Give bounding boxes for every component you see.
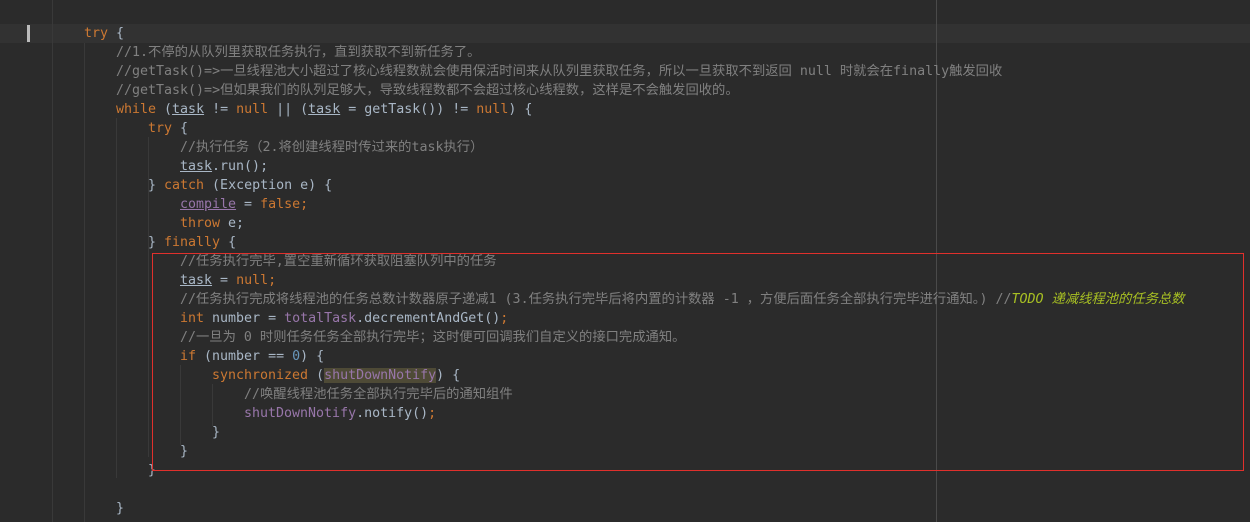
code-token: //getTask()=>但如果我们的队列足够大，导致线程数都不会超过核心线程数… [116, 83, 739, 98]
code-line[interactable]: } [116, 499, 124, 518]
code-token: } [116, 501, 125, 516]
code-token: catch [164, 178, 205, 193]
code-token: false; [260, 197, 309, 212]
code-token: while [116, 102, 157, 117]
code-token: (Exception e) { [204, 178, 333, 193]
code-token: null [476, 102, 509, 117]
code-line[interactable]: task.run(); [180, 157, 268, 176]
code-token: //1.不停的从队列里获取任务执行，直到获取不到新任务了。 [116, 45, 481, 60]
indent-guide [84, 43, 85, 522]
code-line[interactable]: //1.不停的从队列里获取任务执行，直到获取不到新任务了。 [116, 43, 480, 62]
current-line-highlight [0, 24, 1250, 43]
indent-guide [116, 118, 117, 478]
code-token: try [148, 121, 173, 136]
code-line[interactable]: while (task != null || (task = getTask()… [116, 100, 532, 119]
code-line[interactable]: } finally { [148, 233, 236, 252]
code-line[interactable]: //执行任务（2.将创建线程时传过来的task执行） [180, 138, 483, 157]
code-token: || ( [268, 102, 309, 117]
code-token: != [204, 102, 237, 117]
code-token: task [180, 159, 213, 174]
code-token: //执行任务（2.将创建线程时传过来的task执行） [180, 140, 484, 155]
code-token: { [172, 121, 189, 136]
code-token: task [172, 102, 205, 117]
code-line[interactable]: throw e; [180, 214, 244, 233]
code-token: null [236, 102, 269, 117]
code-token: { [220, 235, 237, 250]
code-token: } [148, 235, 165, 250]
indent-guide [52, 0, 53, 522]
code-token: ) { [508, 102, 533, 117]
code-line[interactable]: //getTask()=>一旦线程池大小超过了核心线程数就会使用保活时间来从队列… [116, 62, 1002, 81]
code-line[interactable]: try { [148, 119, 188, 138]
code-line[interactable]: compile = false; [180, 195, 308, 214]
code-token: = getTask()) != [340, 102, 477, 117]
code-token: e; [220, 216, 245, 231]
code-line[interactable]: } catch (Exception e) { [148, 176, 332, 195]
code-line[interactable]: try { [84, 24, 124, 43]
code-token: compile [180, 197, 237, 212]
annotation-highlight-box [152, 253, 1244, 471]
code-token: = [236, 197, 261, 212]
code-token: throw [180, 216, 221, 231]
code-line[interactable]: //getTask()=>但如果我们的队列足够大，导致线程数都不会超过核心线程数… [116, 81, 739, 100]
code-token: try [84, 26, 109, 41]
code-token: } [148, 178, 165, 193]
code-token: { [116, 26, 125, 41]
code-token: .run(); [212, 159, 269, 174]
code-token: finally [164, 235, 221, 250]
code-token: ( [156, 102, 173, 117]
code-editor[interactable]: try { //1.不停的从队列里获取任务执行，直到获取不到新任务了。 //getT… [0, 0, 1250, 522]
code-token: task [308, 102, 341, 117]
text-caret [27, 25, 30, 42]
code-token: //getTask()=>一旦线程池大小超过了核心线程数就会使用保活时间来从队列… [116, 64, 1003, 79]
